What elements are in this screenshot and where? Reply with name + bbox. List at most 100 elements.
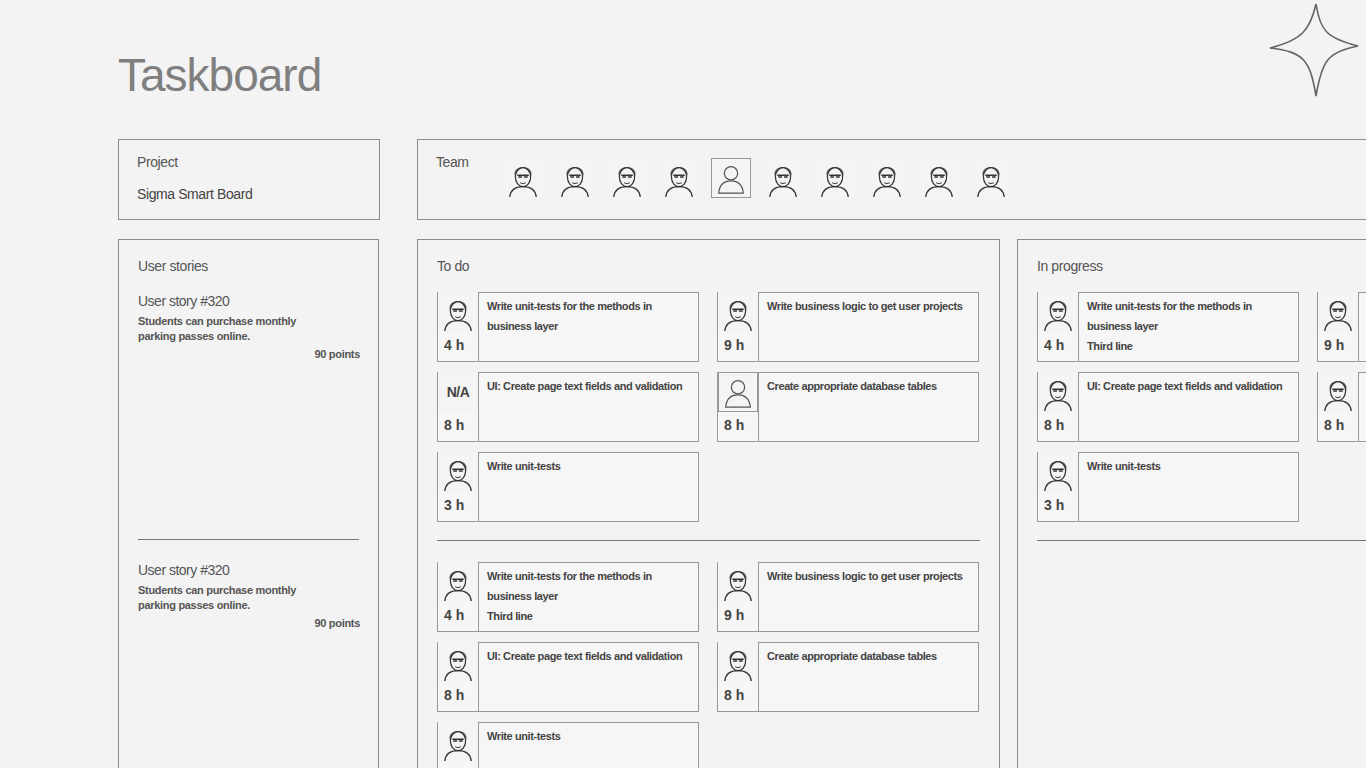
- assignee-column: 8 h: [1317, 372, 1358, 442]
- assignee-avatar: N/A: [438, 372, 478, 412]
- person-photo-icon: [439, 293, 477, 331]
- person-photo-icon: [439, 453, 477, 491]
- assignee-avatar: [971, 158, 1011, 198]
- assignee-column: 4 h: [1037, 292, 1078, 362]
- task-title: Write unit-tests for the methods in busi…: [487, 296, 690, 336]
- task-body: UI: Create page text fields and validati…: [1078, 372, 1299, 442]
- task-hours: 3 h: [438, 492, 478, 515]
- task-card[interactable]: 8 hCreate appropriate database tables: [717, 372, 979, 442]
- stories-title: User stories: [138, 256, 359, 276]
- page-title: Taskboard: [118, 0, 321, 100]
- task-title: Write unit-tests: [487, 456, 690, 476]
- story-title: User story #320: [138, 561, 359, 579]
- task-hours: 8 h: [718, 412, 758, 435]
- assignee-avatar: [438, 562, 478, 602]
- user-placeholder-icon: [712, 159, 750, 197]
- task-card[interactable]: 3 h Write unit-tests: [1037, 452, 1299, 522]
- task-hours: 3 h: [1038, 492, 1078, 515]
- assignee-column: 8 h: [437, 642, 478, 712]
- swimlane: 4 hWrite unit-tests for the methods in b…: [437, 292, 980, 541]
- assignee-column: 9 h: [717, 292, 758, 362]
- task-title: UI: Create page text fields and validati…: [1087, 376, 1290, 396]
- task-card[interactable]: 9 h Write business logic to get user proj…: [717, 292, 979, 362]
- task-title: Write unit-tests: [1087, 456, 1290, 476]
- project-box: ProjectSigma Smart Board: [118, 139, 380, 220]
- person-photo-icon: [920, 159, 958, 197]
- assignee-avatar: [438, 642, 478, 682]
- assignee-avatar: [718, 372, 758, 412]
- task-card[interactable]: 4 hWrite unit-tests for the methods in b…: [1037, 292, 1299, 362]
- assignee-column: 9 h: [1317, 292, 1358, 362]
- user-placeholder-icon: [719, 373, 757, 411]
- task-title: Write unit-tests for the methods in busi…: [1087, 296, 1290, 336]
- task-card[interactable]: 8 h UI: Create page text fields and valid…: [437, 642, 699, 712]
- card-grid: 4 hWrite unit-tests for the methods in b…: [437, 562, 980, 768]
- person-photo-icon: [719, 293, 757, 331]
- person-photo-icon: [1039, 373, 1077, 411]
- assignee-avatar: [815, 158, 855, 198]
- assignee-avatar: [718, 642, 758, 682]
- column-title: In progress: [1037, 256, 1366, 276]
- swimlane: 4 hWrite unit-tests for the methods in b…: [1037, 292, 1366, 541]
- person-photo-icon: [868, 159, 906, 197]
- page-header: Taskboard: [118, 0, 1366, 100]
- person-photo-icon: [816, 159, 854, 197]
- story-description: Students can purchase monthly parking pa…: [138, 583, 318, 613]
- task-card[interactable]: 3 h Write unit-tests: [437, 452, 699, 522]
- story-points: 90 points: [138, 346, 360, 362]
- team-box: Team: [417, 139, 1366, 220]
- task-card[interactable]: 8 h Create appropriate database tables: [717, 642, 979, 712]
- task-card[interactable]: 9 h: [1317, 292, 1366, 362]
- assignee-avatar: [867, 158, 907, 198]
- person-photo-icon: [439, 643, 477, 681]
- assignee-avatar: [1318, 292, 1358, 332]
- person-photo-icon: [556, 159, 594, 197]
- assignee-avatar: [438, 722, 478, 762]
- person-photo-icon: [764, 159, 802, 197]
- task-card[interactable]: 8 hUI: Create page text fields and valid…: [1037, 372, 1299, 442]
- assignee-avatar: [718, 292, 758, 332]
- person-photo-icon: [719, 563, 757, 601]
- task-title: Write unit-tests for the methods in busi…: [487, 566, 690, 606]
- board-column: In progress 4 hWrite unit-tests for the m…: [1017, 239, 1366, 768]
- assignee-label: N/A: [447, 384, 470, 400]
- user-story[interactable]: User story #320 Students can purchase mon…: [138, 292, 359, 362]
- card-grid: 4 hWrite unit-tests for the methods in b…: [1037, 292, 1366, 522]
- taskboard-page: Taskboard ProjectSigma Smart Board Team Use…: [0, 0, 1366, 768]
- task-title: UI: Create page text fields and validati…: [487, 646, 690, 666]
- user-story[interactable]: User story #320 Students can purchase mon…: [138, 561, 359, 631]
- task-card[interactable]: Write unit-tests: [437, 722, 699, 768]
- assignee-avatar: [711, 158, 751, 198]
- story-title: User story #320: [138, 292, 359, 310]
- person-photo-icon: [439, 563, 477, 601]
- assignee-avatar: [438, 292, 478, 332]
- task-hours: 8 h: [718, 682, 758, 705]
- sparkle-icon: [1264, 0, 1364, 100]
- task-card[interactable]: 9 hWrite business logic to get user proj…: [717, 562, 979, 632]
- task-title: Write business logic to get user project…: [767, 296, 970, 316]
- assignee-column: 3 h: [437, 452, 478, 522]
- task-card[interactable]: 4 hWrite unit-tests for the methods in b…: [437, 562, 699, 632]
- task-subtitle: Third line: [487, 606, 690, 626]
- story-description: Students can purchase monthly parking pa…: [138, 314, 318, 344]
- assignee-avatar: [438, 452, 478, 492]
- assignee-avatar: [659, 158, 699, 198]
- top-row: ProjectSigma Smart Board Team: [118, 139, 1366, 220]
- person-photo-icon: [972, 159, 1010, 197]
- task-card[interactable]: 8 h: [1317, 372, 1366, 442]
- story-points: 90 points: [138, 615, 360, 631]
- task-title: Write business logic to get user project…: [767, 566, 970, 586]
- person-photo-icon: [660, 159, 698, 197]
- assignee-avatar: [1038, 372, 1078, 412]
- task-hours: 8 h: [1318, 412, 1358, 435]
- project-label: Project: [137, 152, 361, 172]
- column-title: To do: [437, 256, 980, 276]
- task-card[interactable]: 4 hWrite unit-tests for the methods in b…: [437, 292, 699, 362]
- assignee-column: 8 h: [717, 372, 758, 442]
- task-title: Create appropriate database tables: [767, 646, 970, 666]
- swimlane: 4 hWrite unit-tests for the methods in b…: [437, 541, 980, 768]
- person-photo-icon: [504, 159, 542, 197]
- team-label: Team: [436, 152, 469, 172]
- task-card[interactable]: N/A8 hUI: Create page text fields and va…: [437, 372, 699, 442]
- assignee-column: [437, 722, 478, 768]
